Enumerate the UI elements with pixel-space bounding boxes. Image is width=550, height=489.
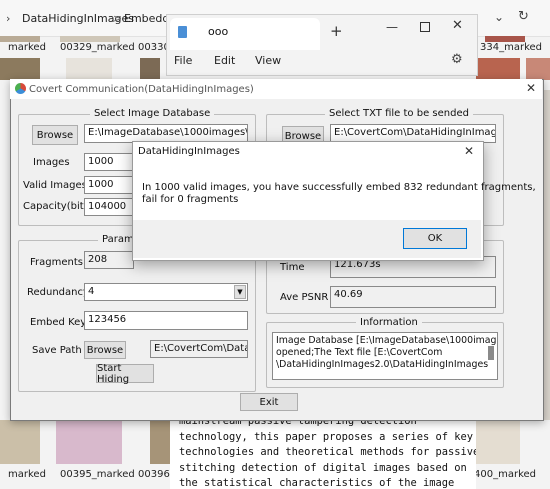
log-line: \DataHidingInImages2.0\DataHidingInImage…	[276, 359, 489, 370]
fragments-field: 208	[84, 251, 134, 269]
notepad-tab[interactable]	[170, 18, 320, 50]
redundancy-label: Redundancy	[27, 287, 89, 298]
menu-edit[interactable]: Edit	[214, 54, 235, 67]
new-tab-button[interactable]: +	[330, 22, 343, 40]
embed-key-input[interactable]: 123456	[84, 311, 248, 330]
thumbnail[interactable]	[0, 420, 40, 464]
dialog-message-line: fail for 0 fragments	[142, 194, 239, 205]
dialog-close-icon[interactable]: ✕	[464, 144, 474, 158]
dialog-message-line: In 1000 valid images, you have successfu…	[142, 182, 536, 193]
thumbnail[interactable]	[66, 58, 112, 80]
menu-file[interactable]: File	[174, 54, 192, 67]
group-title: Information	[356, 317, 422, 328]
chevron-down-icon[interactable]: ⌄	[494, 10, 504, 24]
fragments-label: Fragments	[30, 257, 83, 268]
app-logo-icon	[15, 83, 26, 94]
thumbnail[interactable]	[150, 420, 170, 464]
dialog-title: DataHidingInImages	[138, 146, 240, 157]
thumbnail-label: 00396	[138, 469, 170, 480]
information-log: Image Database [E:\ImageDatabase\1000ima…	[272, 332, 498, 380]
app-close-icon[interactable]: ✕	[526, 81, 536, 95]
thumbnail-label: marked	[8, 469, 46, 480]
thumbnail-label: 334_marked	[480, 42, 543, 53]
notepad-app-icon	[178, 26, 187, 38]
thumbnail[interactable]	[140, 58, 160, 80]
embed-key-label: Embed Key	[30, 317, 87, 328]
thumbnail-label: marked	[8, 42, 46, 53]
group-title: Select TXT file to be sended	[325, 108, 473, 119]
close-icon[interactable]: ✕	[452, 18, 463, 33]
browse-save-path-button[interactable]: Browse	[84, 341, 126, 359]
log-line: opened;The Text file [E:\CovertCom	[276, 347, 443, 358]
dropdown-arrow-icon[interactable]: ▼	[234, 285, 246, 299]
thumbnail[interactable]	[476, 58, 520, 80]
settings-gear-icon[interactable]: ⚙	[451, 52, 463, 67]
breadcrumb-separator: >	[113, 12, 123, 25]
information-scrollbar[interactable]	[488, 346, 494, 360]
text-line: technology, this paper proposes a series…	[179, 430, 474, 443]
time-label: Time	[280, 262, 305, 273]
capacity-field: 104000	[84, 198, 134, 216]
text-line: the statistical characteristics of the i…	[179, 477, 455, 489]
thumbnail-label: 00395_marked	[60, 469, 135, 480]
thumbnail[interactable]	[476, 420, 520, 464]
ave-psnr-field: 40.69	[330, 286, 496, 308]
app-title: Covert Communication(DataHidingInImages)	[29, 84, 254, 95]
capacity-label: Capacity(bits)	[23, 201, 93, 212]
minimize-icon[interactable]: —	[386, 20, 398, 34]
thumbnail[interactable]	[0, 58, 40, 80]
ave-psnr-label: Ave PSNR	[280, 292, 329, 303]
text-line: technologies and theoretical methods for…	[179, 446, 476, 458]
thumbnail[interactable]	[526, 58, 550, 80]
text-line: stitching detection of digital images ba…	[179, 461, 467, 474]
redundancy-value: 4	[88, 286, 95, 297]
menu-view[interactable]: View	[255, 54, 281, 67]
thumbnail-label: 00329_marked	[60, 42, 135, 53]
group-title: Select Image Database	[90, 108, 215, 119]
images-label: Images	[33, 157, 70, 168]
valid-images-label: Valid Images	[23, 180, 87, 191]
expand-chevron-icon[interactable]: ›	[6, 12, 10, 25]
refresh-icon[interactable]: ↻	[518, 9, 529, 24]
browse-image-database-button[interactable]: Browse	[32, 125, 78, 145]
redundancy-select[interactable]: 4	[84, 283, 248, 301]
save-path-field: E:\CovertCom\DataHidin	[150, 340, 248, 358]
ok-button[interactable]: OK	[403, 228, 467, 249]
images-count-field: 1000	[84, 153, 134, 171]
maximize-icon[interactable]	[420, 22, 430, 32]
save-path-label: Save Path	[32, 345, 82, 356]
valid-images-field: 1000	[84, 176, 134, 194]
dialog-message: In 1000 valid images, you have successfu…	[142, 182, 536, 206]
exit-button[interactable]: Exit	[240, 393, 298, 411]
start-hiding-button[interactable]: Start Hiding	[96, 363, 154, 385]
notepad-tab-title: ooo	[208, 25, 229, 38]
thumbnail[interactable]	[56, 420, 122, 464]
log-line: Image Database [E:\ImageDatabase\1000ima…	[276, 335, 497, 346]
thumbnail-label: 400_marked	[474, 469, 537, 480]
